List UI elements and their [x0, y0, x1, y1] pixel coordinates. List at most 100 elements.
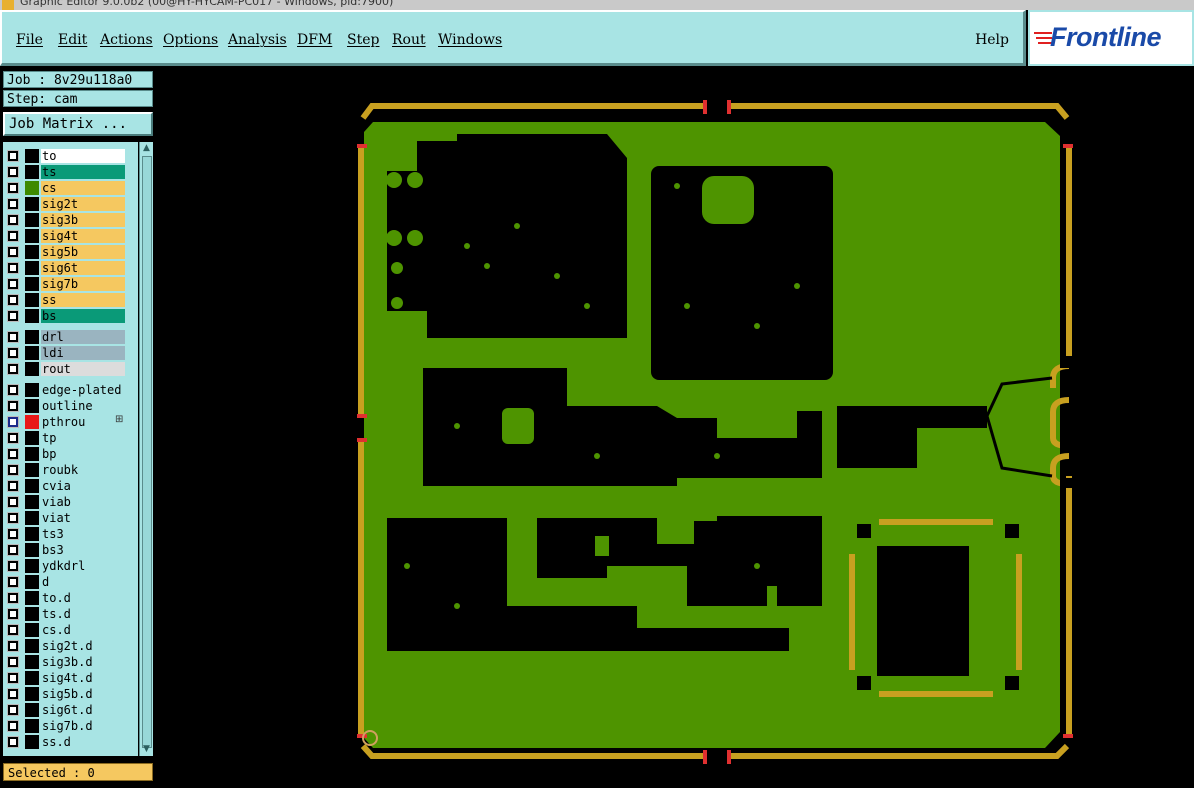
layer-name[interactable]: sig4t — [41, 229, 125, 243]
layer-name[interactable]: sig5b.d — [41, 687, 125, 701]
layer-color-swatch[interactable] — [25, 735, 39, 749]
layer-row-sig2t-d[interactable]: sig2t.d — [3, 638, 138, 654]
menu-actions[interactable]: Actions — [100, 32, 153, 48]
layer-color-swatch[interactable] — [25, 591, 39, 605]
layer-checkbox[interactable] — [7, 246, 19, 258]
layer-checkbox[interactable] — [7, 528, 19, 540]
layer-row-cvia[interactable]: cvia — [3, 478, 138, 494]
layer-row-rout[interactable]: rout — [3, 361, 138, 377]
layer-checkbox[interactable] — [7, 198, 19, 210]
layer-name[interactable]: sig7b.d — [41, 719, 125, 733]
layer-name[interactable]: d — [41, 575, 125, 589]
layer-color-swatch[interactable] — [25, 575, 39, 589]
layer-name[interactable]: sig4t.d — [41, 671, 125, 685]
layer-name[interactable]: sig6t — [41, 261, 125, 275]
layer-name[interactable]: to — [41, 149, 125, 163]
layer-name[interactable]: sig7b — [41, 277, 125, 291]
layer-checkbox[interactable] — [7, 640, 19, 652]
layer-color-swatch[interactable] — [25, 431, 39, 445]
layer-checkbox[interactable] — [7, 150, 19, 162]
arrow-up-icon[interactable]: ▲ — [141, 143, 152, 154]
layer-row-sig7b[interactable]: sig7b — [3, 276, 138, 292]
layer-row-sig5b[interactable]: sig5b — [3, 244, 138, 260]
layer-color-swatch[interactable] — [25, 655, 39, 669]
layer-color-swatch[interactable] — [25, 229, 39, 243]
layer-name[interactable]: cvia — [41, 479, 125, 493]
layer-checkbox[interactable] — [7, 384, 19, 396]
layer-row-sig5b-d[interactable]: sig5b.d — [3, 686, 138, 702]
layer-checkbox[interactable] — [7, 688, 19, 700]
layer-color-swatch[interactable] — [25, 399, 39, 413]
layer-checkbox[interactable] — [7, 624, 19, 636]
layer-color-swatch[interactable] — [25, 309, 39, 323]
layer-row-outline[interactable]: outline — [3, 398, 138, 414]
layer-checkbox[interactable] — [7, 363, 19, 375]
layer-color-swatch[interactable] — [25, 383, 39, 397]
layer-name[interactable]: ss.d — [41, 735, 125, 749]
layer-color-swatch[interactable] — [25, 479, 39, 493]
layer-row-sig4t-d[interactable]: sig4t.d — [3, 670, 138, 686]
arrow-down-icon[interactable]: ▼ — [141, 744, 152, 755]
layer-row-bs[interactable]: bs — [3, 308, 138, 324]
layer-name[interactable]: sig3b — [41, 213, 125, 227]
layer-checkbox[interactable] — [7, 656, 19, 668]
menu-rout[interactable]: Rout — [392, 32, 426, 48]
layer-color-swatch[interactable] — [25, 293, 39, 307]
layer-checkbox[interactable] — [7, 496, 19, 508]
layer-name[interactable]: ldi — [41, 346, 125, 360]
layer-name[interactable]: cs.d — [41, 623, 125, 637]
layer-checkbox[interactable] — [7, 182, 19, 194]
layer-row-d[interactable]: d — [3, 574, 138, 590]
layer-color-swatch[interactable] — [25, 543, 39, 557]
job-matrix-button[interactable]: Job Matrix ... — [3, 112, 153, 136]
layer-checkbox[interactable] — [7, 464, 19, 476]
layer-name[interactable]: sig5b — [41, 245, 125, 259]
layer-color-swatch[interactable] — [25, 639, 39, 653]
layer-color-swatch[interactable] — [25, 671, 39, 685]
layer-row-roubk[interactable]: roubk — [3, 462, 138, 478]
menu-help[interactable]: Help — [975, 32, 1009, 48]
plus-box-icon[interactable]: ⊞ — [115, 414, 123, 425]
layer-row-ss[interactable]: ss — [3, 292, 138, 308]
layer-row-bp[interactable]: bp — [3, 446, 138, 462]
layer-row-viab[interactable]: viab — [3, 494, 138, 510]
layer-row-sig7b-d[interactable]: sig7b.d — [3, 718, 138, 734]
layer-row-viat[interactable]: viat — [3, 510, 138, 526]
layer-checkbox[interactable] — [7, 294, 19, 306]
layer-row-bs3[interactable]: bs3 — [3, 542, 138, 558]
layer-checkbox[interactable] — [7, 720, 19, 732]
layer-name[interactable]: drl — [41, 330, 125, 344]
layer-row-cs-d[interactable]: cs.d — [3, 622, 138, 638]
layer-checkbox[interactable] — [7, 400, 19, 412]
layer-name[interactable]: sig3b.d — [41, 655, 125, 669]
layer-row-ts-d[interactable]: ts.d — [3, 606, 138, 622]
layer-row-sig3b-d[interactable]: sig3b.d — [3, 654, 138, 670]
menu-edit[interactable]: Edit — [58, 32, 87, 48]
layer-name[interactable]: roubk — [41, 463, 125, 477]
pcb-view[interactable] — [157, 66, 1194, 784]
layer-color-swatch[interactable] — [25, 447, 39, 461]
layer-color-swatch[interactable] — [25, 415, 39, 429]
layer-row-sig2t[interactable]: sig2t — [3, 196, 138, 212]
layer-checkbox[interactable] — [7, 214, 19, 226]
layer-row-ydkdrl[interactable]: ydkdrl — [3, 558, 138, 574]
layer-color-swatch[interactable] — [25, 330, 39, 344]
layer-checkbox[interactable] — [7, 432, 19, 444]
layer-row-drl[interactable]: drl — [3, 329, 138, 345]
layer-checkbox[interactable] — [7, 331, 19, 343]
menu-options[interactable]: Options — [163, 32, 218, 48]
layer-color-swatch[interactable] — [25, 623, 39, 637]
layer-checkbox[interactable] — [7, 416, 19, 428]
layer-row-ldi[interactable]: ldi — [3, 345, 138, 361]
layer-color-swatch[interactable] — [25, 149, 39, 163]
layer-row-to[interactable]: to — [3, 148, 138, 164]
layer-row-ts3[interactable]: ts3 — [3, 526, 138, 542]
layer-row-pthrou[interactable]: pthrou ⊞ — [3, 414, 138, 430]
layer-checkbox[interactable] — [7, 592, 19, 604]
layer-checkbox[interactable] — [7, 347, 19, 359]
layer-name[interactable]: outline — [41, 399, 125, 413]
layer-color-swatch[interactable] — [25, 181, 39, 195]
layer-checkbox[interactable] — [7, 576, 19, 588]
layer-name[interactable]: ydkdrl — [41, 559, 125, 573]
layer-name[interactable]: ts — [41, 165, 125, 179]
